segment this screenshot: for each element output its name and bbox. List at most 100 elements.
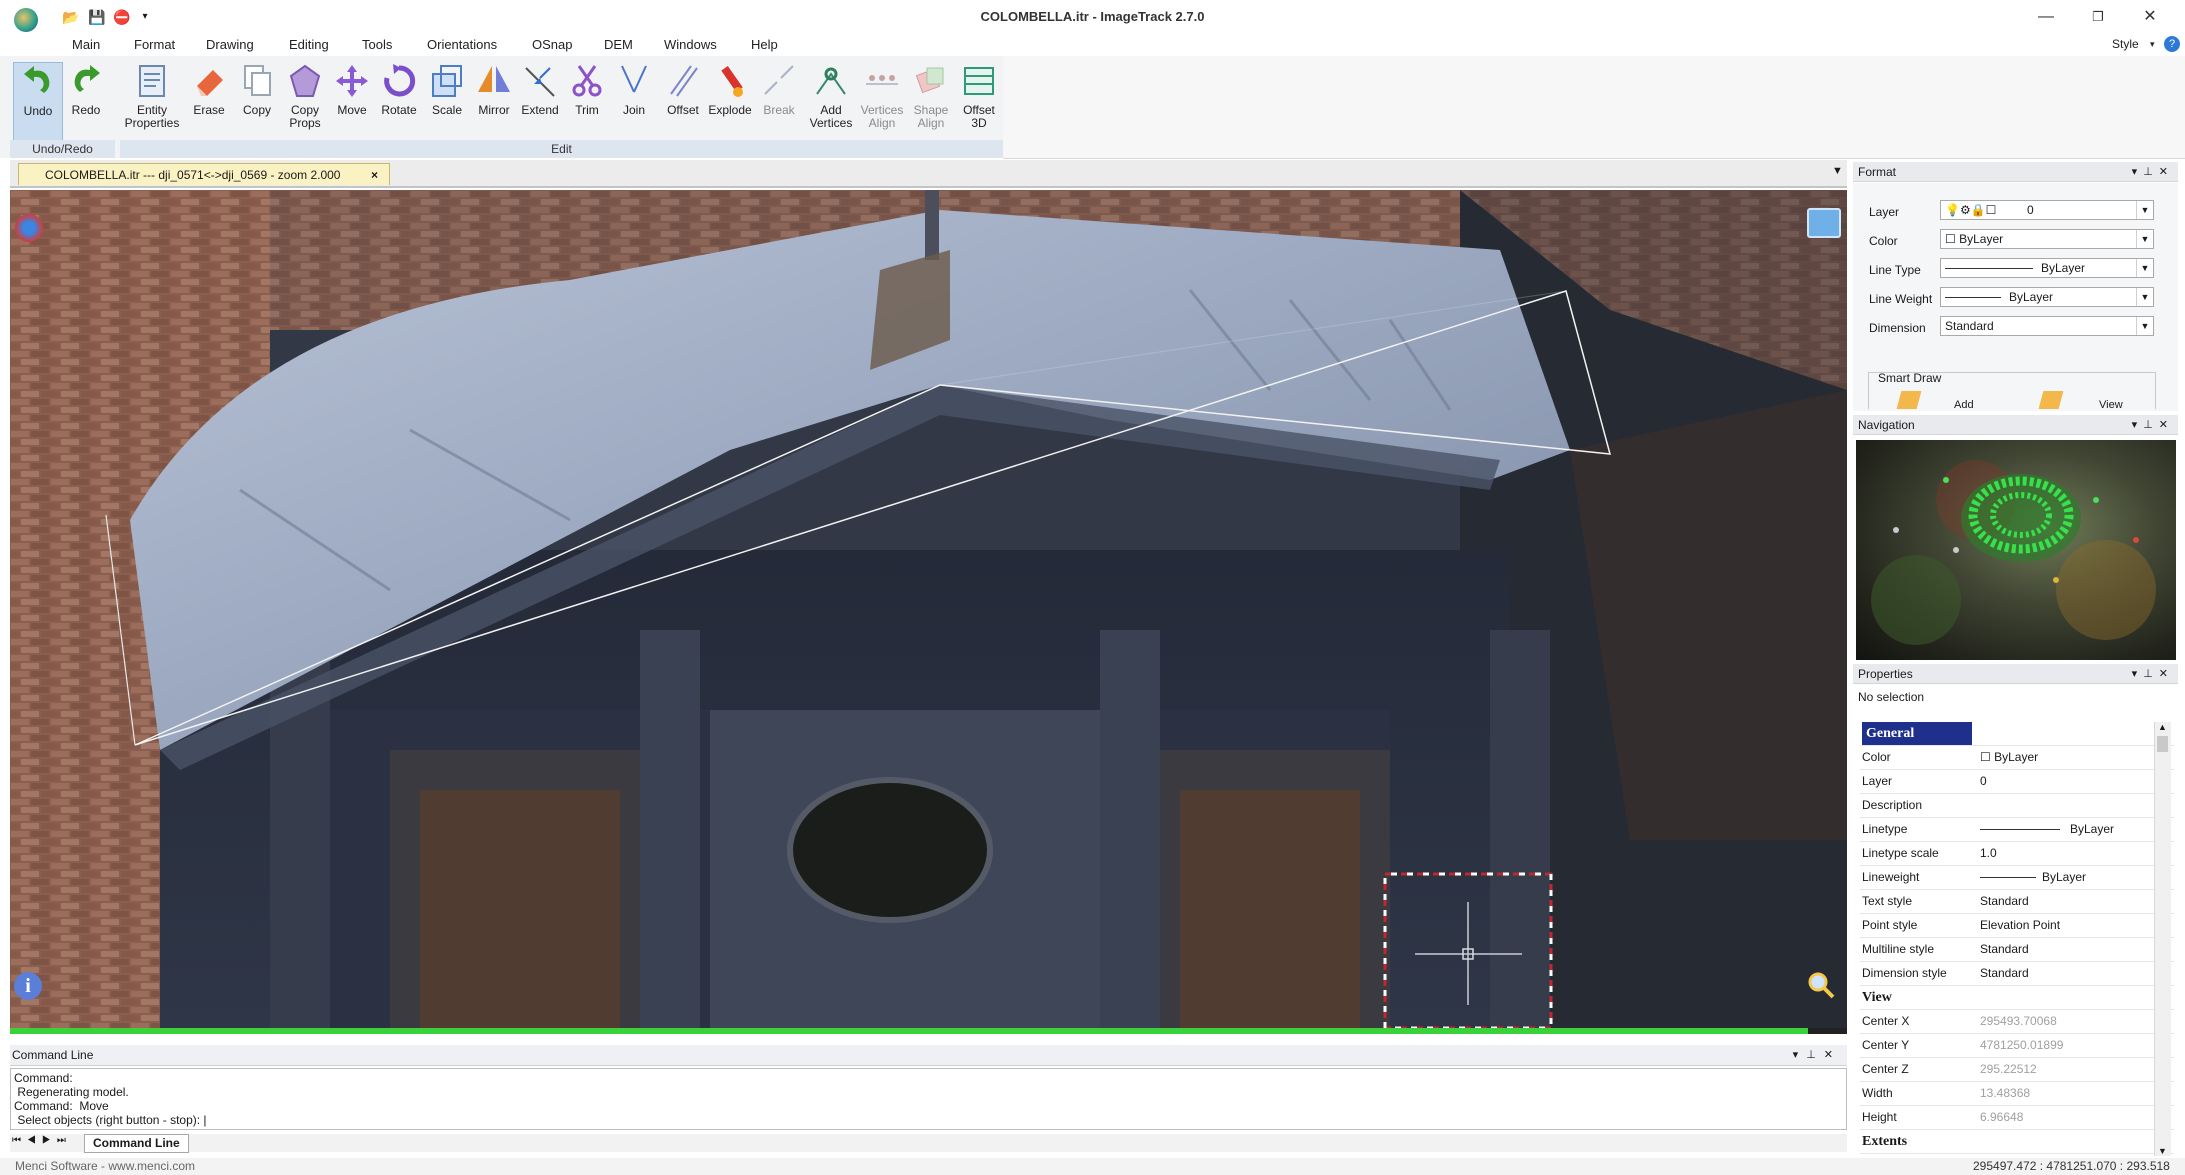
command-line-tabs: ⏮◀▶⏭ Command Line (10, 1134, 1847, 1153)
smart-draw-view-icon[interactable] (2038, 391, 2064, 409)
vertices-align-button[interactable]: Vertices Align (854, 62, 910, 140)
property-value[interactable]: 0 (1980, 770, 1987, 793)
menu-windows[interactable]: Windows (664, 37, 717, 52)
join-button[interactable]: Join (610, 62, 658, 140)
entity-properties-button[interactable]: Entity Properties (124, 62, 180, 140)
minimize-button[interactable]: — (2028, 6, 2064, 28)
property-key: Text style (1862, 894, 1913, 908)
close-window-button[interactable]: ✕ (2132, 6, 2168, 28)
menu-help[interactable]: Help (751, 37, 778, 52)
property-value[interactable]: ☐ ByLayer (1980, 746, 2038, 769)
document-tab[interactable]: COLOMBELLA.itr --- dji_0571<->dji_0569 -… (18, 163, 390, 185)
command-line-tab[interactable]: Command Line (84, 1134, 189, 1153)
redo-label: Redo (71, 103, 101, 117)
smart-draw-view-label[interactable]: View (2099, 399, 2123, 409)
format-panel-controls[interactable]: ▾⊥✕ (2132, 162, 2174, 182)
format-panel-title: Format (1858, 165, 1897, 179)
navigation-map[interactable] (1856, 440, 2176, 660)
image-viewport[interactable]: i (10, 190, 1847, 1028)
tab-list-dropdown-icon[interactable]: ▼ (1832, 165, 1843, 177)
menu-tools[interactable]: Tools (362, 37, 392, 52)
property-value[interactable]: Standard (1980, 962, 2029, 985)
undo-button[interactable]: Undo (13, 62, 63, 142)
offset-button[interactable]: Offset (659, 62, 707, 140)
undo-label: Undo (23, 104, 53, 118)
menu-main[interactable]: Main (72, 37, 100, 52)
orientation-globe-icon[interactable] (15, 214, 43, 242)
property-value[interactable]: Standard (1980, 938, 2029, 961)
command-line-output[interactable]: Command: Regenerating model. Command: Mo… (10, 1068, 1847, 1130)
dimension-select[interactable]: Standard ▼ (1940, 316, 2154, 336)
menu-format[interactable]: Format (134, 37, 175, 52)
color-select[interactable]: ☐ ByLayer ▼ (1940, 229, 2154, 249)
info-icon[interactable]: i (14, 972, 42, 1000)
property-row: Color ☐ ByLayer (1860, 746, 2174, 770)
scissors-icon (572, 65, 602, 97)
extend-button[interactable]: Extend (516, 62, 564, 140)
tab-scroll-arrows[interactable]: ⏮◀▶⏭ (12, 1135, 72, 1146)
help-icon[interactable]: ? (2164, 36, 2180, 52)
line-weight-select[interactable]: ByLayer ▼ (1940, 287, 2154, 307)
explode-icon (721, 66, 743, 97)
property-value[interactable]: Elevation Point (1980, 914, 2060, 937)
document-tab-close-icon[interactable]: × (371, 164, 378, 186)
scroll-down-icon[interactable]: ▼ (2158, 1146, 2167, 1156)
property-value[interactable]: 1.0 (1980, 842, 1997, 865)
style-menu[interactable]: Style (2112, 37, 2139, 51)
move-icon (336, 65, 368, 97)
line-type-select[interactable]: ByLayer ▼ (1940, 258, 2154, 278)
category-extents[interactable]: Extents (1860, 1130, 2174, 1154)
property-row: Linetype ByLayer (1860, 818, 2174, 842)
offset-3d-icon (964, 67, 994, 95)
command-line-panel-controls[interactable]: ▾⊥✕ (1793, 1045, 1841, 1065)
restore-button[interactable]: ❐ (2080, 6, 2116, 28)
menu-orientations[interactable]: Orientations (427, 37, 497, 52)
category-general[interactable]: General (1860, 722, 2174, 746)
menu-osnap[interactable]: OSnap (532, 37, 572, 52)
category-view[interactable]: View (1860, 986, 2174, 1010)
copy-props-label: Copy Props (289, 103, 321, 130)
redo-button[interactable]: Redo (62, 62, 110, 140)
break-label: Break (763, 103, 795, 117)
add-vertices-button[interactable]: Add Vertices (803, 62, 859, 140)
scrollbar-thumb[interactable] (2157, 736, 2168, 752)
style-dropdown-icon[interactable]: ▾ (2150, 39, 2155, 50)
break-button[interactable]: Break (755, 62, 803, 140)
properties-panel-controls[interactable]: ▾⊥✕ (2132, 664, 2174, 684)
property-value[interactable]: ByLayer (1980, 818, 2114, 841)
property-value[interactable]: Standard (1980, 890, 2029, 913)
smart-draw-add-icon[interactable] (1896, 391, 1922, 409)
layer-select[interactable]: 💡⚙🔒☐ 0 ▼ (1940, 200, 2154, 220)
menu-dem[interactable]: DEM (604, 37, 633, 52)
erase-button[interactable]: Erase (185, 62, 233, 140)
title-bar: 📂 💾 ⛔ ▾ COLOMBELLA.itr - ImageTrack 2.7.… (0, 0, 2185, 34)
command-line-row: Select objects (right button - stop): | (14, 1113, 207, 1127)
join-icon (621, 65, 647, 93)
mirror-button[interactable]: Mirror (470, 62, 518, 140)
rotate-button[interactable]: Rotate (375, 62, 423, 140)
copy-props-button[interactable]: Copy Props (281, 62, 329, 140)
monitor-icon[interactable] (1807, 208, 1841, 238)
trim-button[interactable]: Trim (563, 62, 611, 140)
explode-button[interactable]: Explode (706, 62, 754, 140)
scale-button[interactable]: Scale (423, 62, 471, 140)
rotate-label: Rotate (381, 103, 417, 117)
copy-button[interactable]: Copy (233, 62, 281, 140)
scale-icon (432, 65, 462, 97)
add-vertices-label: Add Vertices (809, 103, 853, 130)
move-button[interactable]: Move (328, 62, 376, 140)
shape-align-label: Shape Align (913, 103, 949, 130)
offset-3d-button[interactable]: Offset 3D (955, 62, 1003, 140)
properties-scrollbar[interactable]: ▲ ▼ (2154, 722, 2171, 1156)
menu-drawing[interactable]: Drawing (206, 37, 254, 52)
navigation-panel-controls[interactable]: ▾⊥✕ (2132, 415, 2174, 435)
menu-editing[interactable]: Editing (289, 37, 329, 52)
scroll-up-icon[interactable]: ▲ (2158, 722, 2167, 732)
smart-draw-add-label[interactable]: Add (1954, 399, 1974, 409)
shape-align-button[interactable]: Shape Align (903, 62, 959, 140)
property-row: Width 13.48368 (1860, 1082, 2174, 1106)
offset-3d-label: Offset 3D (963, 103, 995, 130)
magnifier-icon[interactable] (1806, 970, 1836, 1000)
property-value[interactable]: ByLayer (1980, 866, 2086, 889)
property-row: Height 6.96648 (1860, 1106, 2174, 1130)
